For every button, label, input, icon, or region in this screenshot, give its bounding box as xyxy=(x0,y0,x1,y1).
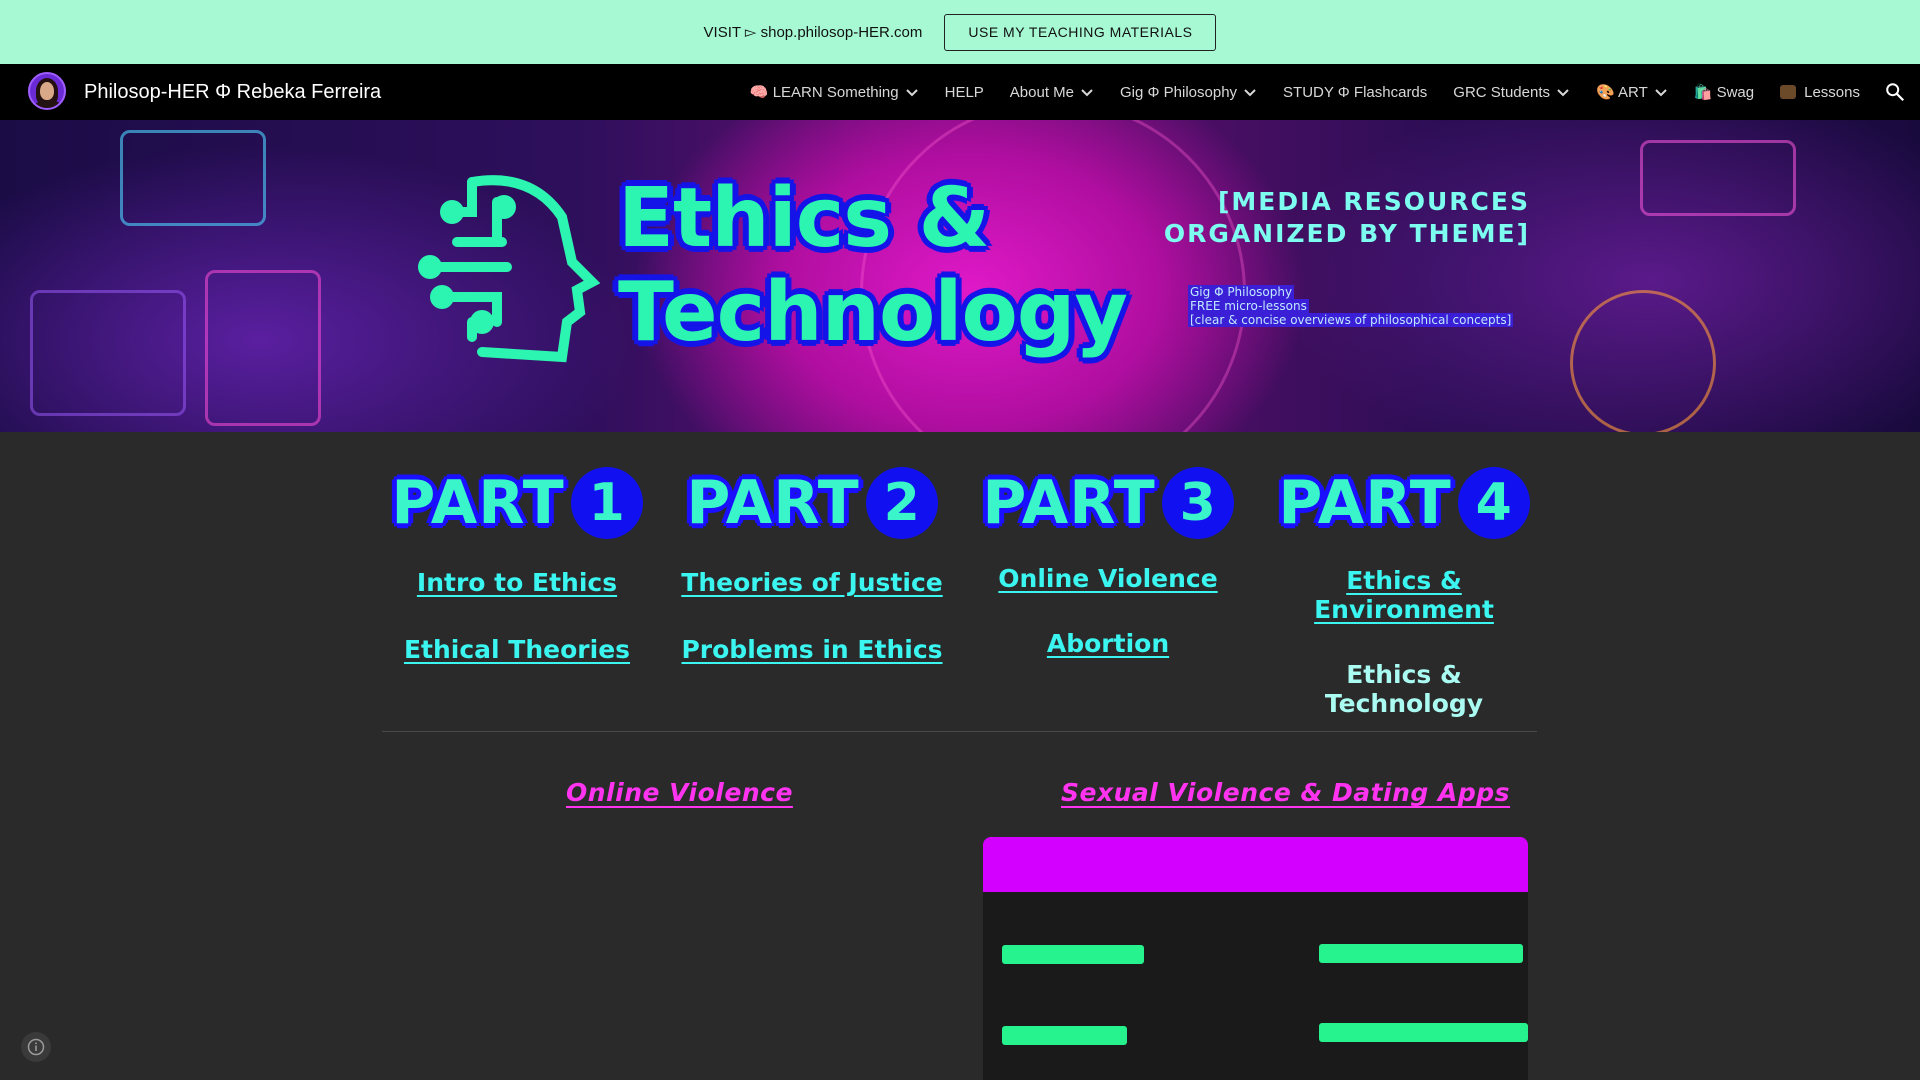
link-ethics-and-environment[interactable]: Ethics & Environment xyxy=(1269,566,1539,624)
nav-item-about-me[interactable]: About Me xyxy=(1010,84,1094,101)
part-column-3: PART 3 Online Violence Abortion xyxy=(973,464,1243,658)
embed-placeholder-bar xyxy=(1002,1026,1127,1045)
nav-item-swag-label: 🛍️ Swag xyxy=(1693,84,1755,101)
nav-item-gig-philosophy[interactable]: Gig Φ Philosophy xyxy=(1120,84,1257,101)
neon-decoration xyxy=(205,270,321,426)
hero-title-line1: Ethics & xyxy=(618,171,990,266)
part-number: 4 xyxy=(1457,467,1530,539)
embed-placeholder-bar xyxy=(1002,945,1144,964)
hero-caption-line2: FREE micro-lessons xyxy=(1188,299,1309,313)
part-number: 1 xyxy=(570,467,643,539)
nav-item-grc-students[interactable]: GRC Students xyxy=(1453,84,1570,101)
part-label: PART xyxy=(1278,468,1452,538)
nav-item-help[interactable]: HELP xyxy=(945,84,984,101)
neon-decoration xyxy=(1640,140,1796,216)
hero-title-line2: Technology xyxy=(618,265,1128,360)
part-badge: PART 3 xyxy=(973,464,1243,542)
nav-item-grc-students-label: GRC Students xyxy=(1453,83,1550,101)
part-label: PART xyxy=(982,468,1156,538)
teaching-materials-button[interactable]: USE MY TEACHING MATERIALS xyxy=(944,13,1217,51)
nav-menu: 🧠 LEARN Something HELP About Me Gig Φ Ph… xyxy=(750,64,1860,120)
part-column-4: PART 4 Ethics & Environment Ethics & Tec… xyxy=(1269,464,1539,718)
site-title[interactable]: Philosop-HER Φ Rebeka Ferreira xyxy=(84,64,381,120)
part-column-1: PART 1 Intro to Ethics Ethical Theories xyxy=(382,464,652,664)
neon-decoration xyxy=(1570,290,1716,432)
nav-item-art[interactable]: 🎨 ART xyxy=(1596,83,1668,101)
part-number: 2 xyxy=(865,467,938,539)
site-logo-avatar[interactable] xyxy=(28,72,66,110)
nav-item-lessons-label: Lessons xyxy=(1804,83,1860,101)
chevron-down-icon xyxy=(1655,89,1667,97)
link-problems-in-ethics[interactable]: Problems in Ethics xyxy=(677,635,947,664)
part-column-2: PART 2 Theories of Justice Problems in E… xyxy=(677,464,947,664)
parts-grid: PART 1 Intro to Ethics Ethical Theories … xyxy=(382,464,1532,718)
hero-subtitle-line2: ORGANIZED BY THEME] xyxy=(1163,219,1530,248)
section-title-online-violence[interactable]: Online Violence xyxy=(566,778,793,807)
nav-item-learn-label: 🧠 LEARN Something xyxy=(749,84,899,101)
nav-item-study-flashcards[interactable]: STUDY Φ Flashcards xyxy=(1283,84,1427,101)
chevron-down-icon xyxy=(1557,89,1569,97)
nav-item-study-flashcards-label: STUDY Φ Flashcards xyxy=(1283,83,1428,101)
announcement-text[interactable]: VISIT ▻ shop.philosop-HER.com xyxy=(704,23,923,41)
link-abortion[interactable]: Abortion xyxy=(973,629,1243,658)
embed-placeholder-bar xyxy=(1319,1023,1528,1042)
nav-item-lessons[interactable]: Lessons xyxy=(1780,84,1860,101)
ai-head-icon xyxy=(418,175,601,363)
nav-item-swag[interactable]: 🛍️ Swag xyxy=(1694,83,1754,101)
hero-caption-line3: [clear & concise overviews of philosophi… xyxy=(1188,313,1514,327)
embed-header xyxy=(983,837,1528,892)
section-title-sexual-violence-dating-apps[interactable]: Sexual Violence & Dating Apps xyxy=(1061,778,1510,807)
neon-decoration xyxy=(120,130,266,226)
hero-title: Ethics & Technology xyxy=(618,171,1128,360)
hero-caption: Gig Φ Philosophy FREE micro-lessons [cle… xyxy=(1188,285,1514,327)
part-label: PART xyxy=(391,468,565,538)
nav-item-art-label: 🎨 ART xyxy=(1596,84,1648,101)
hero-banner: Ethics & Technology [MEDIA RESOURCES ORG… xyxy=(0,120,1920,432)
link-online-violence[interactable]: Online Violence xyxy=(973,564,1243,593)
info-icon[interactable] xyxy=(21,1032,51,1062)
hero-subtitle-line1: [MEDIA RESOURCES xyxy=(1217,187,1530,216)
link-intro-to-ethics[interactable]: Intro to Ethics xyxy=(382,568,652,597)
current-page-ethics-and-technology: Ethics & Technology xyxy=(1324,660,1484,718)
navbar: Philosop-HER Φ Rebeka Ferreira 🧠 LEARN S… xyxy=(0,64,1920,120)
nav-item-learn[interactable]: 🧠 LEARN Something xyxy=(750,83,919,101)
search-icon[interactable] xyxy=(1884,81,1906,103)
link-theories-of-justice[interactable]: Theories of Justice xyxy=(677,568,947,597)
chevron-down-icon xyxy=(1081,89,1093,97)
nav-item-about-me-label: About Me xyxy=(1009,83,1075,101)
nav-item-help-label: HELP xyxy=(944,83,984,101)
info-glyph-icon xyxy=(27,1038,45,1056)
nav-item-gig-philosophy-label: Gig Φ Philosophy xyxy=(1120,83,1238,101)
part-number: 3 xyxy=(1161,467,1234,539)
teacher-icon xyxy=(1780,85,1797,99)
section-divider xyxy=(382,731,1537,732)
embed-placeholder-bar xyxy=(1319,944,1523,963)
announcement-bar: VISIT ▻ shop.philosop-HER.com USE MY TEA… xyxy=(0,0,1920,64)
hero-caption-line1: Gig Φ Philosophy xyxy=(1188,285,1295,299)
embedded-content-card[interactable] xyxy=(983,837,1528,1080)
part-badge: PART 2 xyxy=(677,464,947,542)
chevron-down-icon xyxy=(905,89,918,97)
chevron-down-icon xyxy=(1244,89,1256,97)
part-label: PART xyxy=(686,468,860,538)
part-badge: PART 4 xyxy=(1269,464,1539,542)
part-badge: PART 1 xyxy=(382,464,652,542)
link-ethical-theories[interactable]: Ethical Theories xyxy=(382,635,652,664)
neon-decoration xyxy=(30,290,186,416)
hero-subtitle: [MEDIA RESOURCES ORGANIZED BY THEME] xyxy=(1164,186,1530,250)
